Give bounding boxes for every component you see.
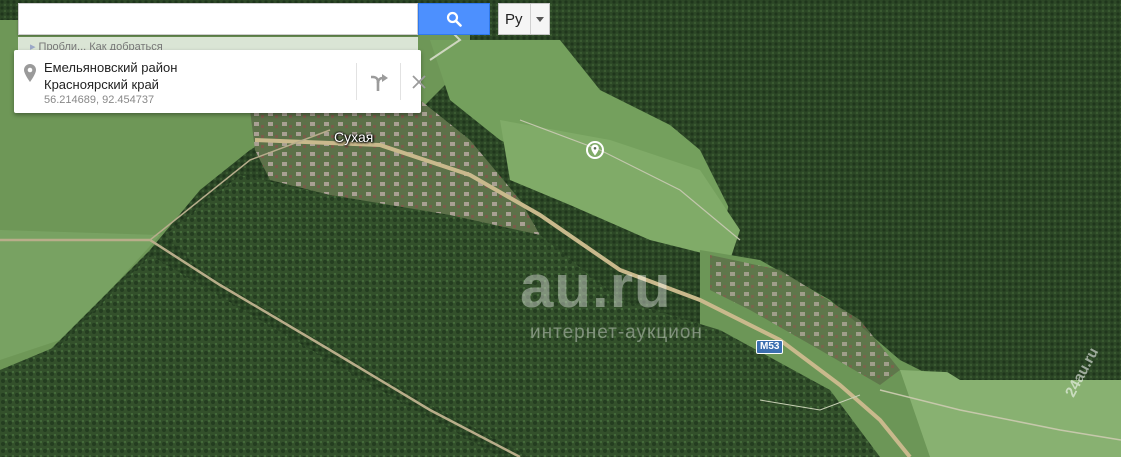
place-coordinates: 56.214689, 92.454737 xyxy=(44,94,155,106)
search-box[interactable] xyxy=(18,3,418,35)
divider xyxy=(400,63,401,100)
directions-arrow-icon xyxy=(370,73,388,91)
search-button[interactable] xyxy=(418,3,490,35)
magnifier-icon xyxy=(446,11,462,27)
place-info-card: Емельяновский район Красноярский край 56… xyxy=(14,50,426,113)
location-marker-icon[interactable] xyxy=(585,140,605,165)
place-label: Сухая xyxy=(334,129,374,145)
watermark-logo: au.ru xyxy=(520,253,672,320)
close-button[interactable] xyxy=(402,63,435,100)
watermark-subtitle: интернет-аукцион xyxy=(530,322,703,343)
place-region: Красноярский край xyxy=(44,77,159,92)
directions-hint[interactable]: ▸ Пробли... Как добраться xyxy=(18,37,418,51)
place-district: Емельяновский район xyxy=(44,60,178,75)
search-input[interactable] xyxy=(19,4,417,34)
language-select[interactable]: Ру xyxy=(498,3,550,35)
directions-small-icon: ▸ xyxy=(30,41,36,51)
road-shield: M53 xyxy=(756,340,784,354)
map-pin-icon xyxy=(24,64,36,87)
close-icon xyxy=(411,74,426,89)
chevron-down-icon xyxy=(530,4,549,34)
directions-button[interactable] xyxy=(357,63,400,100)
